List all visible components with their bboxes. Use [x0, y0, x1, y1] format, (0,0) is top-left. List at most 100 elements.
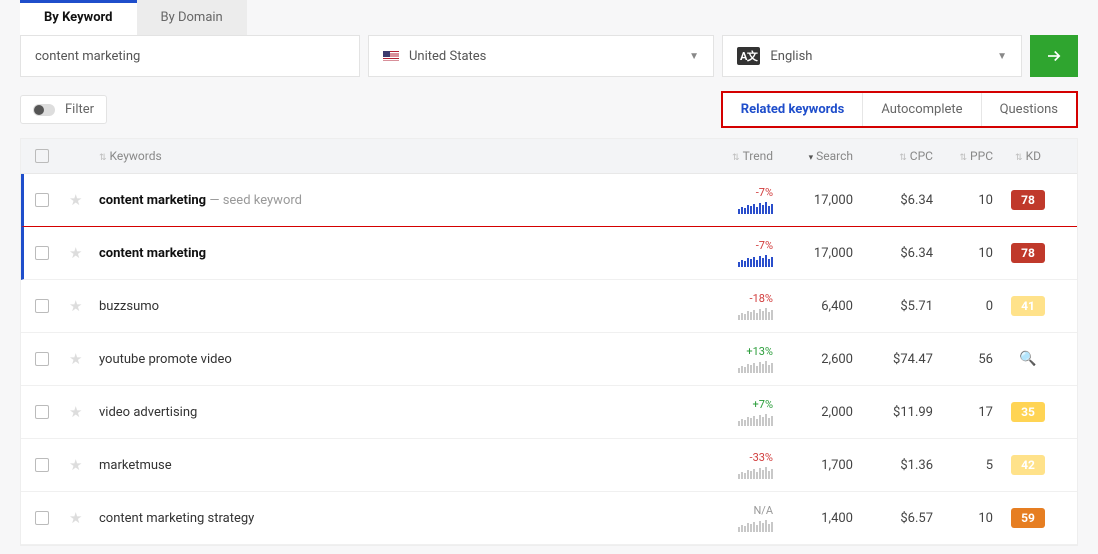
ppc-value: 17 — [933, 405, 993, 420]
star-icon[interactable]: ★ — [69, 509, 82, 527]
kd-badge: 41 — [1011, 296, 1045, 316]
keyword-text[interactable]: content marketing — [99, 246, 206, 261]
tab-by-domain[interactable]: By Domain — [137, 0, 247, 35]
keyword-input-value: content marketing — [35, 49, 140, 64]
trend-cell: -7% — [693, 186, 773, 214]
ppc-value: 10 — [933, 511, 993, 526]
arrow-right-icon — [1045, 47, 1063, 65]
row-checkbox[interactable] — [35, 193, 49, 207]
result-type-tabs: Related keywords Autocomplete Questions — [721, 91, 1078, 128]
row-checkbox[interactable] — [35, 405, 49, 419]
table-row: ★ content marketing strategy N/A1,400$6.57… — [21, 492, 1077, 545]
trend-cell: -7% — [693, 239, 773, 267]
tab-related-keywords[interactable]: Related keywords — [723, 93, 864, 126]
table-row: ★youtube promote video+13%2,600$74.4756🔍 — [21, 333, 1077, 386]
us-flag-icon — [383, 51, 399, 62]
trend-cell: +7% — [693, 398, 773, 426]
trend-value: -7% — [756, 186, 773, 199]
select-all-checkbox[interactable] — [35, 149, 49, 163]
search-volume: 6,400 — [773, 299, 853, 314]
language-label: English — [770, 49, 812, 64]
trend-value: -7% — [756, 239, 773, 252]
kd-badge: 78 — [1011, 190, 1045, 210]
trend-value: -33% — [750, 451, 773, 464]
search-volume: 1,400 — [773, 511, 853, 526]
col-ppc[interactable]: ⇅PPC — [933, 149, 993, 163]
language-select[interactable]: A文 English ▼ — [722, 35, 1022, 77]
kd-badge: 78 — [1011, 243, 1045, 263]
trend-cell: -33% — [693, 451, 773, 479]
keyword-text[interactable]: buzzsumo — [99, 299, 159, 314]
kd-badge: 35 — [1011, 402, 1045, 422]
keyword-text[interactable]: video advertising — [99, 405, 197, 420]
cpc-value: $74.47 — [853, 352, 933, 367]
table-header: ⇅Keywords ⇅Trend ▾Search ⇅CPC ⇅PPC ⇅KD — [21, 139, 1077, 174]
tab-questions[interactable]: Questions — [982, 93, 1076, 126]
row-checkbox[interactable] — [35, 299, 49, 313]
trend-value: +7% — [753, 398, 773, 411]
col-keywords[interactable]: ⇅Keywords — [99, 149, 693, 163]
cpc-value: $6.34 — [853, 246, 933, 261]
cpc-value: $11.99 — [853, 405, 933, 420]
tab-by-keyword[interactable]: By Keyword — [20, 0, 137, 35]
country-select[interactable]: United States ▼ — [368, 35, 714, 77]
star-icon[interactable]: ★ — [69, 456, 82, 474]
keyword-text[interactable]: content marketing — [99, 193, 206, 208]
filter-label: Filter — [65, 102, 94, 117]
keyword-text[interactable]: content marketing strategy — [99, 511, 254, 526]
chevron-down-icon: ▼ — [997, 51, 1007, 62]
col-search[interactable]: ▾Search — [773, 149, 853, 163]
chevron-down-icon: ▼ — [689, 51, 699, 62]
seed-note: — seed keyword — [206, 193, 302, 208]
ppc-value: 5 — [933, 458, 993, 473]
keyword-text[interactable]: youtube promote video — [99, 352, 232, 367]
star-icon[interactable]: ★ — [69, 350, 82, 368]
table-row: ★ marketmuse -33%1,700$1.365 42 — [21, 439, 1077, 492]
ppc-value: 10 — [933, 193, 993, 208]
star-icon[interactable]: ★ — [69, 244, 82, 262]
search-volume: 2,600 — [773, 352, 853, 367]
translate-icon: A文 — [737, 47, 760, 65]
cpc-value: $1.36 — [853, 458, 933, 473]
row-checkbox[interactable] — [35, 352, 49, 366]
trend-value: N/A — [753, 504, 773, 517]
table-row: ★buzzsumo-18%6,400$5.71041 — [21, 280, 1077, 333]
cpc-value: $5.71 — [853, 299, 933, 314]
search-icon[interactable]: 🔍 — [1019, 351, 1036, 367]
row-checkbox[interactable] — [35, 246, 49, 260]
kd-badge: 59 — [1011, 508, 1045, 528]
toggle-icon — [33, 104, 55, 116]
table-row: ★ content marketing — seed keyword -7%17,0… — [21, 174, 1077, 227]
keyword-input[interactable]: content marketing — [20, 35, 360, 77]
trend-cell: +13% — [693, 345, 773, 373]
star-icon[interactable]: ★ — [69, 191, 82, 209]
keyword-text[interactable]: marketmuse — [99, 458, 172, 473]
star-icon[interactable]: ★ — [69, 297, 82, 315]
col-cpc[interactable]: ⇅CPC — [853, 149, 933, 163]
star-icon[interactable]: ★ — [69, 403, 82, 421]
col-kd[interactable]: ⇅KD — [993, 149, 1063, 163]
ppc-value: 0 — [933, 299, 993, 314]
filter-toggle[interactable]: Filter — [20, 95, 107, 124]
subbar: Filter Related keywords Autocomplete Que… — [20, 91, 1078, 128]
keywords-table: ⇅Keywords ⇅Trend ▾Search ⇅CPC ⇅PPC ⇅KD ★… — [20, 138, 1078, 546]
search-volume: 17,000 — [773, 246, 853, 261]
search-volume: 17,000 — [773, 193, 853, 208]
row-checkbox[interactable] — [35, 511, 49, 525]
search-button[interactable] — [1030, 35, 1078, 77]
tab-autocomplete[interactable]: Autocomplete — [863, 93, 981, 126]
trend-cell: N/A — [693, 504, 773, 532]
ppc-value: 10 — [933, 246, 993, 261]
search-volume: 1,700 — [773, 458, 853, 473]
table-row: ★ content marketing -7%17,000$6.3410 78 — [21, 227, 1077, 280]
table-row: ★ video advertising +7%2,000$11.9917 35 — [21, 386, 1077, 439]
row-checkbox[interactable] — [35, 458, 49, 472]
col-trend[interactable]: ⇅Trend — [693, 149, 773, 163]
country-label: United States — [409, 49, 486, 64]
input-mode-tabs: By Keyword By Domain — [20, 0, 1078, 35]
trend-value: +13% — [746, 345, 773, 358]
cpc-value: $6.57 — [853, 511, 933, 526]
search-volume: 2,000 — [773, 405, 853, 420]
search-row: content marketing United States ▼ A文 Eng… — [20, 35, 1078, 77]
kd-badge: 42 — [1011, 455, 1045, 475]
